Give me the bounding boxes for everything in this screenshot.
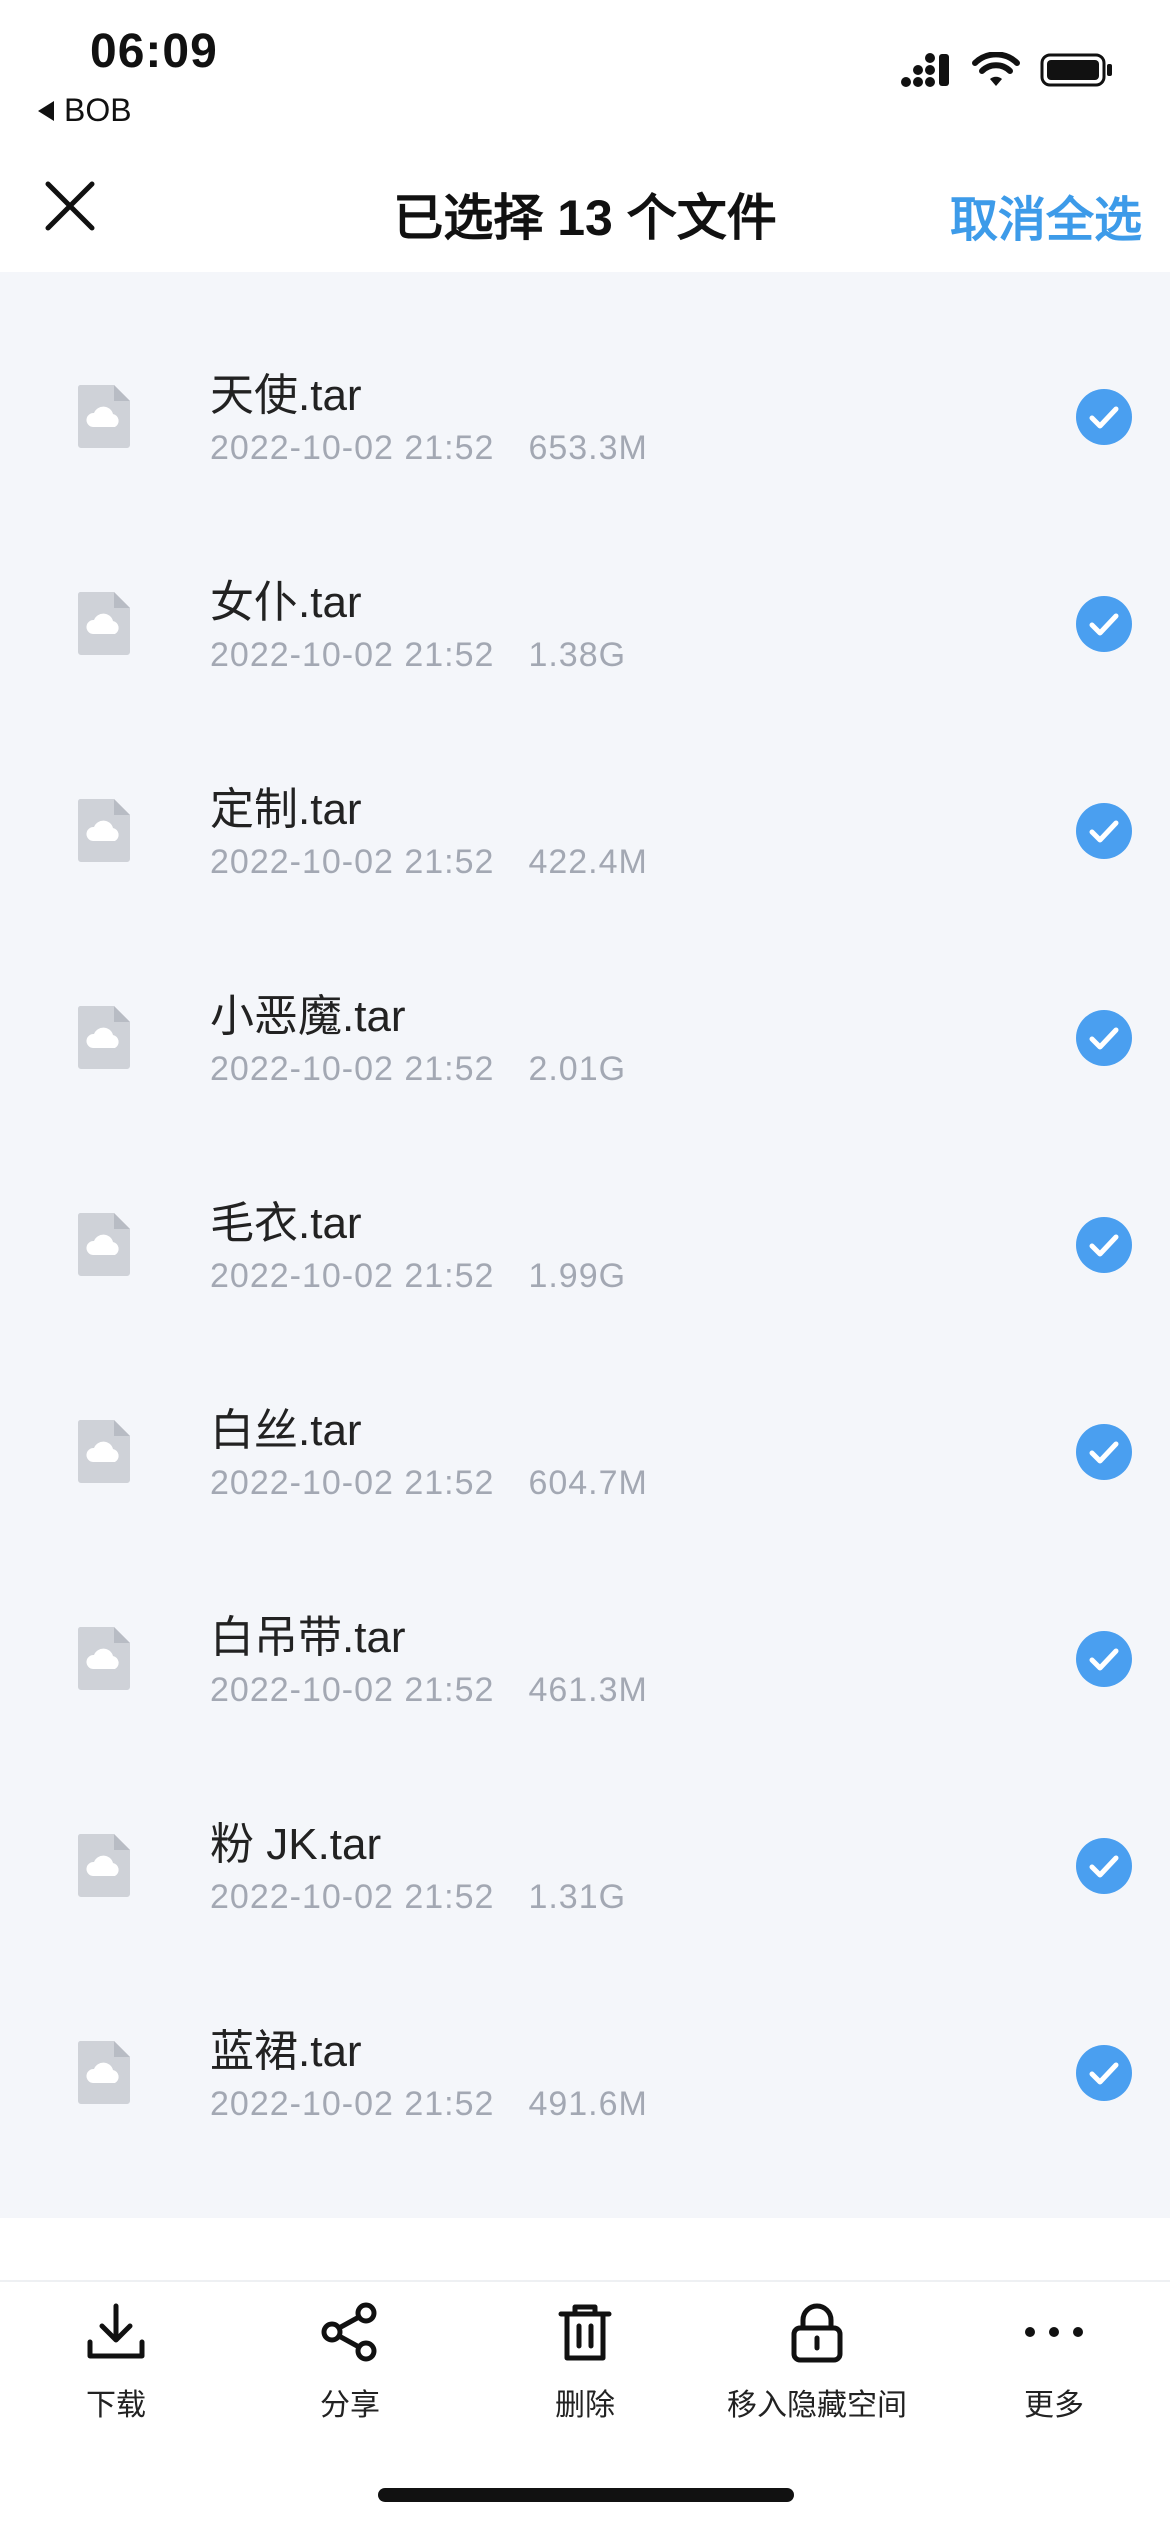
file-date: 2022-10-02 21:52 — [210, 1257, 495, 1295]
download-icon — [87, 2303, 145, 2359]
status-icons — [900, 52, 1114, 88]
file-size: 604.7M — [528, 1464, 648, 1502]
file-date: 2022-10-02 21:52 — [210, 1878, 495, 1916]
home-indicator[interactable] — [378, 2488, 794, 2502]
file-meta: 2022-10-02 21:52 1.31G — [210, 1878, 626, 1917]
move-to-hidden-space-button[interactable]: 移入隐藏空间 — [697, 2300, 937, 2424]
checkmark-icon[interactable] — [1076, 803, 1132, 859]
file-name: 天使.tar — [210, 371, 362, 420]
file-list-item[interactable]: 2022-10-02 21:521.87G — [0, 272, 1170, 311]
share-button[interactable]: 分享 — [230, 2300, 470, 2424]
checkmark-icon[interactable] — [1076, 1010, 1132, 1066]
checkmark-icon[interactable] — [1076, 2045, 1132, 2101]
file-date: 2022-10-02 21:52 — [210, 429, 495, 467]
checkmark-icon[interactable] — [1076, 389, 1132, 445]
cloud-file-icon — [77, 2041, 130, 2104]
delete-label: 删除 — [555, 2389, 615, 2422]
cellular-signal-icon — [901, 53, 949, 87]
file-list-item[interactable]: 白丝.tar 2022-10-02 21:52 604.7M — [0, 1346, 1170, 1553]
file-size: 1.38G — [528, 636, 627, 674]
back-arrow-icon — [38, 100, 54, 121]
file-list-item[interactable]: 蓝裙.tar 2022-10-02 21:52 491.6M — [0, 1967, 1170, 2174]
checkmark-icon[interactable] — [1076, 596, 1132, 652]
lock-icon — [791, 2303, 843, 2363]
checkmark-icon[interactable] — [1076, 1838, 1132, 1894]
file-date: 2022-10-02 21:52 — [210, 1671, 495, 1709]
file-name: 毛衣.tar — [210, 1199, 362, 1248]
battery-icon — [1040, 53, 1112, 87]
file-date: 2022-10-02 21:52 — [210, 636, 495, 674]
file-size: 422.4M — [528, 843, 648, 881]
checkmark-icon[interactable] — [1076, 1631, 1132, 1687]
file-size: 2.01G — [528, 1050, 627, 1088]
file-size: 653.3M — [528, 429, 648, 467]
file-list-item[interactable]: 小恶魔.tar 2022-10-02 21:52 2.01G — [0, 932, 1170, 1139]
file-size: 1.31G — [528, 1878, 627, 1916]
share-label: 分享 — [320, 2389, 380, 2422]
cloud-file-icon — [77, 799, 130, 862]
file-list-item[interactable]: 定制.tar 2022-10-02 21:52 422.4M — [0, 725, 1170, 932]
file-meta: 2022-10-02 21:52 491.6M — [210, 2085, 648, 2124]
cloud-file-icon — [77, 1420, 130, 1483]
cloud-file-icon — [77, 1627, 130, 1690]
cloud-file-icon — [77, 1834, 130, 1897]
back-to-app-link[interactable]: BOB — [38, 92, 132, 129]
file-meta: 2022-10-02 21:52 653.3M — [210, 429, 648, 468]
divider — [0, 2280, 1170, 2282]
file-name: 定制.tar — [210, 785, 362, 834]
file-list[interactable]: 2022-10-02 21:521.87G 天使.tar 2022-10-02 21… — [0, 272, 1170, 2218]
status-time: 06:09 — [90, 25, 218, 78]
download-button[interactable]: 下载 — [0, 2300, 236, 2424]
back-app-label: BOB — [64, 92, 132, 128]
file-date: 2022-10-02 21:52 — [210, 2085, 495, 2123]
file-meta: 2022-10-02 21:52 461.3M — [210, 1671, 648, 1710]
file-size: 461.3M — [528, 1671, 648, 1709]
file-meta: 2022-10-02 21:52 422.4M — [210, 843, 648, 882]
download-label: 下载 — [86, 2389, 146, 2422]
file-meta: 2022-10-02 21:52 1.99G — [210, 1257, 626, 1296]
cloud-file-icon — [77, 592, 130, 655]
more-label: 更多 — [1024, 2389, 1084, 2422]
deselect-all-button[interactable]: 取消全选 — [950, 180, 1142, 250]
file-name: 蓝裙.tar — [210, 2027, 362, 2076]
file-name: 女仆.tar — [210, 578, 362, 627]
more-icon — [1025, 2327, 1083, 2337]
file-size: 491.6M — [528, 2085, 648, 2123]
more-button[interactable]: 更多 — [934, 2300, 1170, 2424]
delete-button[interactable]: 删除 — [465, 2300, 705, 2424]
file-date: 2022-10-02 21:52 — [210, 1050, 495, 1088]
file-meta: 2022-10-02 21:52 604.7M — [210, 1464, 648, 1503]
selection-header: 已选择 13 个文件 取消全选 — [0, 150, 1170, 272]
file-size: 1.99G — [528, 1257, 627, 1295]
file-name: 小恶魔.tar — [210, 992, 406, 1041]
status-bar: 06:09 BOB — [0, 0, 1170, 150]
trash-icon — [558, 2304, 612, 2361]
file-list-item[interactable]: 女仆.tar 2022-10-02 21:52 1.38G — [0, 518, 1170, 725]
checkmark-icon[interactable] — [1076, 1217, 1132, 1273]
checkmark-icon[interactable] — [1076, 1424, 1132, 1480]
file-list-item[interactable]: 白吊带.tar 2022-10-02 21:52 461.3M — [0, 1553, 1170, 1760]
cloud-file-icon — [77, 1006, 130, 1069]
file-list-item[interactable]: 毛衣.tar 2022-10-02 21:52 1.99G — [0, 1139, 1170, 1346]
wifi-icon — [972, 52, 1020, 86]
file-list-item[interactable]: 天使.tar 2022-10-02 21:52 653.3M — [0, 311, 1170, 518]
cloud-file-icon — [77, 1213, 130, 1276]
file-date: 2022-10-02 21:52 — [210, 1464, 495, 1502]
cloud-file-icon — [77, 385, 130, 448]
move-to-hidden-space-label: 移入隐藏空间 — [727, 2389, 907, 2422]
file-date: 2022-10-02 21:52 — [210, 843, 495, 881]
file-list-item[interactable]: 粉 JK.tar 2022-10-02 21:52 1.31G — [0, 1760, 1170, 1967]
share-icon — [321, 2302, 377, 2362]
file-meta: 2022-10-02 21:52 2.01G — [210, 1050, 626, 1089]
file-meta: 2022-10-02 21:52 1.38G — [210, 636, 626, 675]
file-name: 粉 JK.tar — [210, 1820, 382, 1869]
file-name: 白丝.tar — [210, 1406, 362, 1455]
file-name: 白吊带.tar — [210, 1613, 406, 1662]
